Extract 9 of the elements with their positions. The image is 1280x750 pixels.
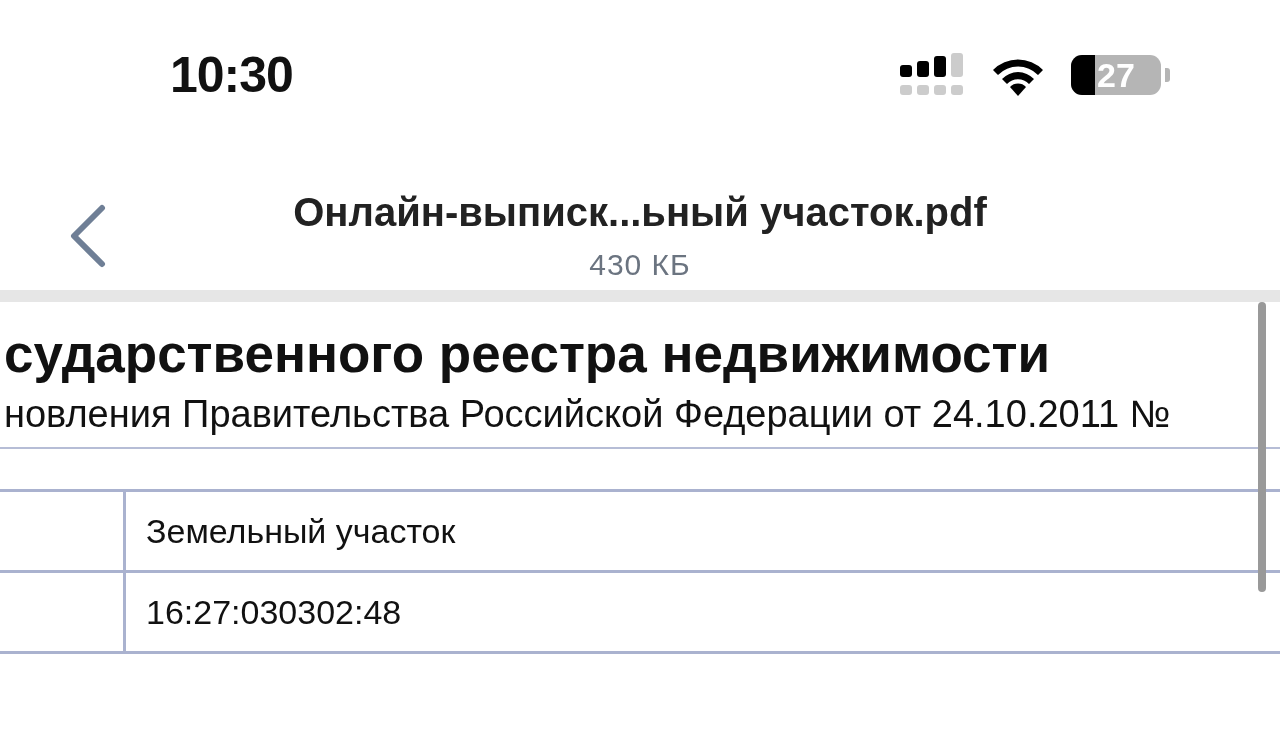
file-title: Онлайн-выписк...ьный участок.pdf — [293, 189, 987, 236]
document-subheading: новления Правительства Российской Федерации от 24.10.2011 № — [4, 391, 1172, 437]
signal-icon — [899, 53, 965, 97]
back-button[interactable] — [68, 204, 108, 268]
file-size: 430 КБ — [589, 247, 691, 283]
table-cell-text: Земельный участок — [145, 510, 456, 552]
table-cell-text: 16:27:030302:48 — [145, 591, 402, 633]
document-heading: сударственного реестра недвижимости — [4, 323, 1052, 385]
status-time: 10:30 — [170, 45, 293, 105]
